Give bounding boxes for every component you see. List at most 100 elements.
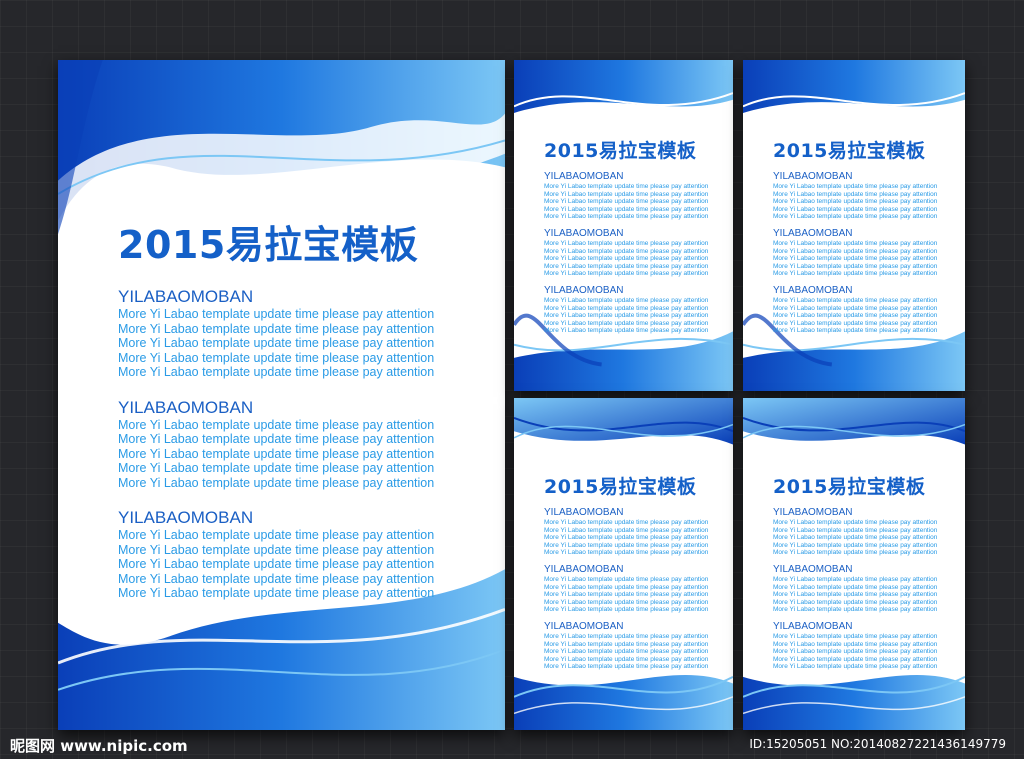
body-line: More Yi Labao template update time pleas… bbox=[773, 575, 938, 583]
block-heading: YILABAOMOBAN bbox=[118, 508, 254, 527]
body-line: More Yi Labao template update time pleas… bbox=[544, 640, 709, 648]
body-line: More Yi Labao template update time pleas… bbox=[544, 534, 709, 542]
body-line: More Yi Labao template update time pleas… bbox=[773, 190, 938, 198]
body-line: More Yi Labao template update time pleas… bbox=[544, 655, 709, 663]
body-line: More Yi Labao template update time pleas… bbox=[118, 586, 435, 600]
body-line: More Yi Labao template update time pleas… bbox=[544, 312, 709, 320]
block-heading: YILABAOMOBAN bbox=[773, 563, 853, 575]
body-line: More Yi Labao template update time pleas… bbox=[544, 247, 709, 255]
body-line: More Yi Labao template update time pleas… bbox=[773, 304, 938, 312]
poster-content: 2015易拉宝模板 YILABAOMOBAN More Yi Labao templ… bbox=[544, 136, 708, 342]
block-heading: YILABAOMOBAN bbox=[118, 397, 254, 417]
body-line: More Yi Labao template update time pleas… bbox=[118, 432, 435, 446]
block-heading: YILABAOMOBAN bbox=[544, 507, 624, 518]
watermark-logo: 昵图网 www.nipic.com bbox=[10, 737, 188, 755]
body-line: More Yi Labao template update time pleas… bbox=[118, 557, 435, 571]
block-heading: YILABAOMOBAN bbox=[773, 171, 853, 182]
poster-small-top-right: 2015易拉宝模板 YILABAOMOBAN More Yi Labao templ… bbox=[743, 60, 965, 391]
body-line: More Yi Labao template update time pleas… bbox=[118, 571, 435, 586]
body-line: More Yi Labao template update time pleas… bbox=[773, 519, 938, 526]
body-line: More Yi Labao template update time pleas… bbox=[773, 239, 938, 247]
body-line: More Yi Labao template update time pleas… bbox=[773, 205, 938, 213]
body-line: More Yi Labao template update time pleas… bbox=[118, 336, 435, 350]
block-heading: YILABAOMOBAN bbox=[544, 171, 624, 182]
body-line: More Yi Labao template update time pleas… bbox=[544, 270, 709, 278]
block-heading: YILABAOMOBAN bbox=[773, 227, 853, 239]
body-line: More Yi Labao template update time pleas… bbox=[544, 632, 709, 640]
poster-title: 2015易拉宝模板 bbox=[773, 140, 926, 162]
body-line: More Yi Labao template update time pleas… bbox=[544, 663, 709, 671]
block-heading: YILABAOMOBAN bbox=[544, 284, 624, 296]
body-line: More Yi Labao template update time pleas… bbox=[773, 534, 938, 542]
text-block: YILABAOMOBAN More Yi Labao template updat… bbox=[773, 564, 937, 614]
body-line: More Yi Labao template update time pleas… bbox=[773, 583, 938, 591]
block-heading: YILABAOMOBAN bbox=[544, 620, 624, 632]
poster-title: 2015易拉宝模板 bbox=[118, 223, 419, 267]
body-line: More Yi Labao template update time pleas… bbox=[118, 365, 435, 379]
text-block: YILABAOMOBAN More Yi Labao template updat… bbox=[544, 228, 708, 278]
text-block: YILABAOMOBAN More Yi Labao template updat… bbox=[773, 621, 937, 671]
block-heading: YILABAOMOBAN bbox=[773, 284, 853, 296]
body-line: More Yi Labao template update time pleas… bbox=[118, 528, 435, 542]
body-line: More Yi Labao template update time pleas… bbox=[118, 446, 435, 461]
body-line: More Yi Labao template update time pleas… bbox=[544, 183, 709, 190]
body-line: More Yi Labao template update time pleas… bbox=[773, 655, 938, 663]
body-line: More Yi Labao template update time pleas… bbox=[544, 213, 709, 221]
body-line: More Yi Labao template update time pleas… bbox=[544, 239, 709, 247]
text-block: YILABAOMOBAN More Yi Labao template updat… bbox=[118, 398, 434, 491]
text-block: YILABAOMOBAN More Yi Labao template updat… bbox=[773, 171, 937, 221]
body-line: More Yi Labao template update time pleas… bbox=[544, 598, 709, 606]
block-heading: YILABAOMOBAN bbox=[773, 620, 853, 632]
body-line: More Yi Labao template update time pleas… bbox=[544, 198, 709, 206]
body-line: More Yi Labao template update time pleas… bbox=[773, 541, 938, 549]
text-block: YILABAOMOBAN More Yi Labao template updat… bbox=[544, 621, 708, 671]
block-heading: YILABAOMOBAN bbox=[544, 563, 624, 575]
body-line: More Yi Labao template update time pleas… bbox=[118, 475, 435, 490]
block-heading: YILABAOMOBAN bbox=[118, 287, 254, 306]
body-line: More Yi Labao template update time pleas… bbox=[773, 183, 938, 190]
body-line: More Yi Labao template update time pleas… bbox=[773, 549, 938, 557]
body-line: More Yi Labao template update time pleas… bbox=[544, 327, 709, 335]
body-line: More Yi Labao template update time pleas… bbox=[773, 296, 938, 304]
watermark-id: ID:15205051 NO:20140827221436149779 bbox=[749, 737, 1006, 751]
body-line: More Yi Labao template update time pleas… bbox=[118, 461, 435, 475]
body-line: More Yi Labao template update time pleas… bbox=[773, 327, 938, 335]
poster-title: 2015易拉宝模板 bbox=[773, 476, 926, 498]
text-block: YILABAOMOBAN More Yi Labao template updat… bbox=[773, 285, 937, 335]
poster-large: 2015易拉宝模板 YILABAOMOBAN More Yi Labao templ… bbox=[58, 60, 505, 730]
body-line: More Yi Labao template update time pleas… bbox=[544, 319, 709, 327]
block-heading: YILABAOMOBAN bbox=[773, 507, 853, 518]
body-line: More Yi Labao template update time pleas… bbox=[773, 255, 938, 263]
body-line: More Yi Labao template update time pleas… bbox=[773, 270, 938, 278]
body-line: More Yi Labao template update time pleas… bbox=[118, 417, 435, 432]
body-line: More Yi Labao template update time pleas… bbox=[544, 190, 709, 198]
poster-small-top-left: 2015易拉宝模板 YILABAOMOBAN More Yi Labao templ… bbox=[514, 60, 733, 391]
text-block: YILABAOMOBAN More Yi Labao template updat… bbox=[544, 507, 708, 557]
body-line: More Yi Labao template update time pleas… bbox=[544, 255, 709, 263]
body-line: More Yi Labao template update time pleas… bbox=[544, 526, 709, 534]
body-line: More Yi Labao template update time pleas… bbox=[544, 262, 709, 270]
body-line: More Yi Labao template update time pleas… bbox=[544, 648, 709, 656]
body-line: More Yi Labao template update time pleas… bbox=[544, 519, 709, 526]
body-line: More Yi Labao template update time pleas… bbox=[544, 575, 709, 583]
text-block: YILABAOMOBAN More Yi Labao template updat… bbox=[544, 171, 708, 221]
poster-content: 2015易拉宝模板 YILABAOMOBAN More Yi Labao templ… bbox=[773, 472, 937, 678]
body-line: More Yi Labao template update time pleas… bbox=[773, 640, 938, 648]
body-line: More Yi Labao template update time pleas… bbox=[773, 198, 938, 206]
body-line: More Yi Labao template update time pleas… bbox=[773, 606, 938, 614]
body-line: More Yi Labao template update time pleas… bbox=[773, 591, 938, 599]
poster-content: 2015易拉宝模板 YILABAOMOBAN More Yi Labao templ… bbox=[118, 214, 434, 619]
body-line: More Yi Labao template update time pleas… bbox=[544, 296, 709, 304]
body-line: More Yi Labao template update time pleas… bbox=[773, 312, 938, 320]
body-line: More Yi Labao template update time pleas… bbox=[544, 304, 709, 312]
body-line: More Yi Labao template update time pleas… bbox=[773, 262, 938, 270]
body-line: More Yi Labao template update time pleas… bbox=[544, 549, 709, 557]
body-line: More Yi Labao template update time pleas… bbox=[773, 648, 938, 656]
body-line: More Yi Labao template update time pleas… bbox=[773, 213, 938, 221]
body-line: More Yi Labao template update time pleas… bbox=[544, 606, 709, 614]
body-line: More Yi Labao template update time pleas… bbox=[773, 319, 938, 327]
text-block: YILABAOMOBAN More Yi Labao template updat… bbox=[118, 287, 434, 380]
body-line: More Yi Labao template update time pleas… bbox=[544, 541, 709, 549]
poster-small-bottom-right: 2015易拉宝模板 YILABAOMOBAN More Yi Labao templ… bbox=[743, 398, 965, 730]
poster-content: 2015易拉宝模板 YILABAOMOBAN More Yi Labao templ… bbox=[773, 136, 937, 342]
